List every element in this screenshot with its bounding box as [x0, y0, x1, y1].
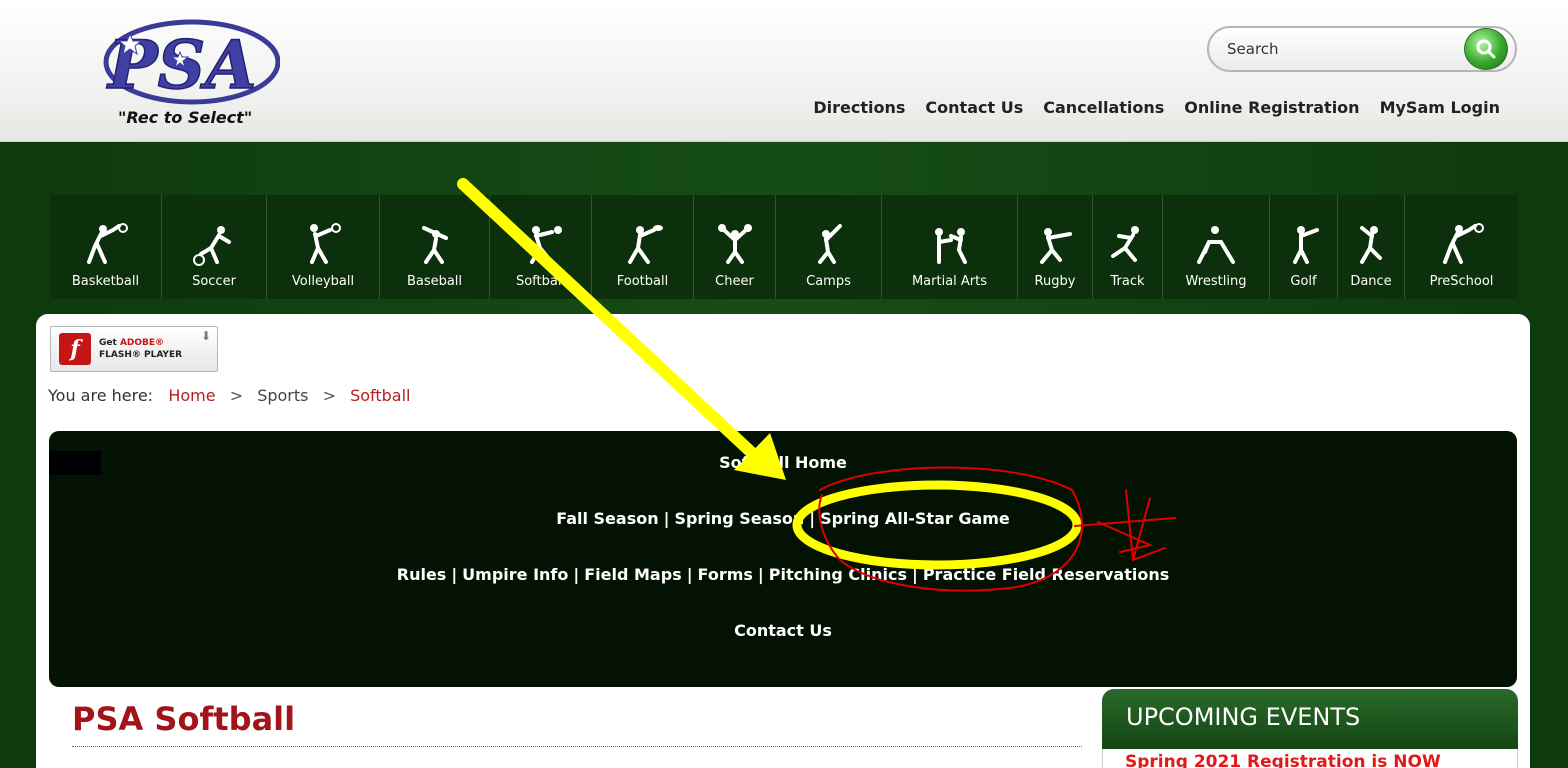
online-registration-link[interactable]: Online Registration [1184, 98, 1359, 117]
nav-separator: | [451, 565, 458, 584]
sport-label: Football [616, 274, 669, 289]
nav-separator: | [686, 565, 693, 584]
sport-label: Basketball [71, 274, 140, 289]
sports-menu: Basketball Soccer Volleyball Baseball So… [50, 195, 1518, 299]
softball-player-icon [529, 226, 562, 264]
nav-separator: | [757, 565, 764, 584]
sport-rugby[interactable]: Rugby [1018, 195, 1093, 299]
baseball-player-icon [421, 226, 448, 264]
tagline: "Rec to Select" [118, 108, 253, 127]
nav-row-1: Softball Home [49, 453, 1517, 472]
sport-label: Martial Arts [911, 274, 988, 289]
softball-nav: Softball Home Fall Season | Spring Season |… [49, 431, 1517, 687]
sport-cheer[interactable]: Cheer [694, 195, 776, 299]
title-divider [72, 746, 1082, 747]
dancer-icon [1360, 226, 1382, 264]
sport-label: Soccer [192, 274, 236, 289]
sport-label: Golf [1290, 274, 1317, 289]
mysam-login-link[interactable]: MySam Login [1380, 98, 1500, 117]
basketball-player-icon [86, 223, 128, 264]
sport-label: PreSchool [1429, 274, 1494, 289]
flash-adobe-text: ADOBE® [119, 338, 165, 348]
breadcrumb: You are here: Home > Sports > Softball [48, 386, 411, 405]
cheer-icon [717, 224, 752, 264]
fall-season-link[interactable]: Fall Season [556, 509, 658, 528]
sport-label: Volleyball [291, 274, 355, 289]
soccer-player-icon [193, 226, 231, 266]
track-runner-icon [1110, 226, 1139, 262]
breadcrumb-prefix: You are here: [48, 386, 154, 405]
get-flash-player-badge[interactable]: f Get ADOBE® FLASH® PLAYER ⬇ [50, 326, 218, 372]
wrestling-icon [1197, 226, 1235, 264]
sport-track[interactable]: Track [1093, 195, 1163, 299]
rugby-player-icon [1040, 228, 1072, 264]
umpire-info-link[interactable]: Umpire Info [462, 565, 568, 584]
preschool-icon [1442, 223, 1484, 264]
flash-icon: f [59, 333, 91, 365]
cancellations-link[interactable]: Cancellations [1043, 98, 1164, 117]
sport-softball[interactable]: Softball [490, 195, 592, 299]
download-arrow-icon: ⬇ [200, 329, 211, 343]
volleyball-player-icon [310, 223, 341, 264]
sport-label: Camps [806, 274, 851, 289]
directions-link[interactable]: Directions [813, 98, 905, 117]
sport-soccer[interactable]: Soccer [162, 195, 267, 299]
contact-us-link[interactable]: Contact Us [925, 98, 1023, 117]
nav-separator: | [911, 565, 918, 584]
magnifier-icon [1476, 39, 1496, 59]
events-heading: UPCOMING EVENTS [1102, 689, 1518, 749]
top-links: Directions Contact Us Cancellations Onli… [813, 98, 1500, 117]
event-item[interactable]: Spring 2021 Registration is NOW [1102, 749, 1518, 768]
sport-volleyball[interactable]: Volleyball [267, 195, 380, 299]
martial-arts-icon [934, 228, 967, 264]
sport-label: Cheer [715, 274, 754, 289]
spring-season-link[interactable]: Spring Season [674, 509, 804, 528]
sport-preschool[interactable]: PreSchool [1405, 195, 1518, 299]
rules-link[interactable]: Rules [397, 565, 447, 584]
sport-label: Dance [1350, 274, 1392, 289]
camps-icon [817, 224, 842, 264]
nav-separator: | [573, 565, 580, 584]
sport-dance[interactable]: Dance [1338, 195, 1405, 299]
breadcrumb-softball[interactable]: Softball [350, 386, 410, 405]
spring-all-star-game-link[interactable]: Spring All-Star Game [820, 509, 1010, 528]
sport-golf[interactable]: Golf [1270, 195, 1338, 299]
nav-contact-us-link[interactable]: Contact Us [734, 621, 832, 640]
sport-baseball[interactable]: Baseball [380, 195, 490, 299]
site-header: PSA "Rec to Select" Search Directions Co… [0, 0, 1568, 142]
sport-basketball[interactable]: Basketball [50, 195, 162, 299]
nav-row-2: Fall Season | Spring Season | Spring All-Sta… [49, 509, 1517, 528]
sport-label: Track [1110, 274, 1145, 289]
nav-row-3: Rules | Umpire Info | Field Maps | Forms | Pitch… [49, 565, 1517, 584]
sport-camps[interactable]: Camps [776, 195, 882, 299]
softball-home-link[interactable]: Softball Home [719, 453, 847, 472]
sport-label: Baseball [406, 274, 463, 289]
nav-separator: | [663, 509, 670, 528]
flash-get-text: Get [99, 338, 120, 348]
nav-separator: | [809, 509, 816, 528]
football-player-icon [627, 225, 663, 264]
practice-field-reservations-link[interactable]: Practice Field Reservations [923, 565, 1169, 584]
flash-line1: Get ADOBE® [99, 338, 164, 348]
sport-wrestling[interactable]: Wrestling [1163, 195, 1270, 299]
sport-label: Wrestling [1185, 274, 1247, 289]
sport-label: Rugby [1034, 274, 1076, 289]
upcoming-events-panel: UPCOMING EVENTS Spring 2021 Registration… [1102, 689, 1518, 768]
sport-label: Softball [515, 274, 566, 289]
search-button[interactable] [1464, 28, 1508, 70]
sport-football[interactable]: Football [592, 195, 694, 299]
golfer-icon [1292, 226, 1319, 264]
flash-line2: FLASH® PLAYER [99, 350, 183, 360]
breadcrumb-sports: Sports [257, 386, 309, 405]
breadcrumb-home[interactable]: Home [168, 386, 215, 405]
breadcrumb-separator: > [322, 386, 336, 405]
breadcrumb-separator: > [229, 386, 244, 405]
nav-row-4: Contact Us [49, 621, 1517, 640]
forms-link[interactable]: Forms [698, 565, 753, 584]
pitching-clinics-link[interactable]: Pitching Clinics [769, 565, 907, 584]
field-maps-link[interactable]: Field Maps [584, 565, 681, 584]
sport-martial-arts[interactable]: Martial Arts [882, 195, 1018, 299]
page-title: PSA Softball [72, 700, 296, 738]
